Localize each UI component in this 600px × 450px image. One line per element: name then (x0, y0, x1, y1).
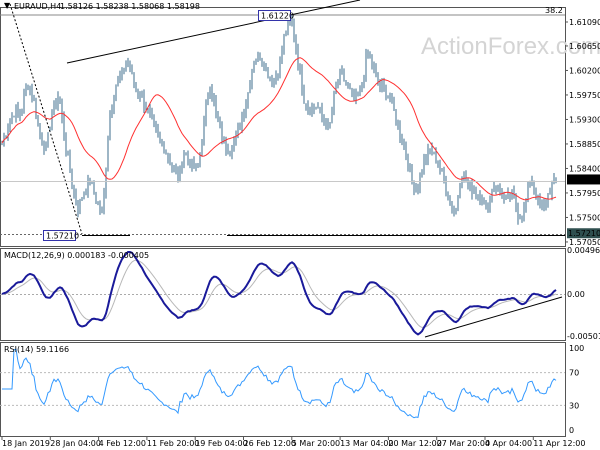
time-tick-label: 11 Apr 12:00 (533, 439, 585, 448)
time-tick-label: 5 Mar 20:00 (292, 439, 340, 448)
rsi-tick-label: 70 (569, 369, 579, 378)
dashed-trendline[interactable] (9, 3, 83, 235)
macd-tick-label: 0.00 (567, 290, 585, 299)
price-tick-label: 1.60650 (569, 42, 600, 51)
time-tick-label: 28 Jan 04:00 (50, 439, 101, 448)
rsi-series (0, 348, 565, 419)
price-tick-label: 1.61090 (569, 18, 600, 27)
current-price-label: 1.58198 (568, 175, 600, 184)
macd-title: MACD(12,26,9) 0.000183 -0.000405 (4, 251, 149, 260)
rsi-panel-frame (0, 342, 566, 437)
time-tick-label: 11 Feb 20:00 (147, 439, 199, 448)
collapse-arrow-icon[interactable]: ▼ (4, 1, 11, 10)
moving-average-line (1, 57, 557, 201)
trading-chart[interactable]: ActionForex.com 1.610901.606501.602001.5… (0, 0, 600, 450)
fib-label: 38.2 (545, 6, 563, 15)
macd-tick-label: -0.005013 (567, 332, 600, 341)
macd-line (1, 251, 557, 336)
price-tick-label: 1.59300 (569, 115, 600, 124)
low-label: 1.57210 (46, 232, 79, 241)
support-price-label: 1.57210 (568, 229, 600, 238)
rsi-tick-label: 30 (569, 401, 579, 410)
time-tick-label: 19 Feb 04:00 (195, 439, 247, 448)
macd-series (0, 251, 565, 336)
price-tick-label: 1.57500 (569, 213, 600, 222)
macd-tick-label: 0.004965 (567, 246, 600, 255)
high-label: 1.61220 (261, 12, 294, 21)
rsi-title: RSI(14) 59.1166 (4, 345, 69, 354)
axes: 1.61090 1.60650 1.60200 1.59750 1.59300 1.588… (1, 18, 600, 448)
price-tick-label: 1.60200 (569, 66, 600, 75)
symbol-label: EURAUD,H4 (14, 2, 61, 11)
time-tick-label: 18 Jan 2019 (2, 439, 50, 448)
time-tick-label: 20 Mar 12:00 (388, 439, 441, 448)
time-tick-label: 26 Feb 12:00 (244, 439, 296, 448)
rsi-line (2, 348, 557, 419)
rsi-tick-label: 0 (569, 426, 574, 435)
ohlc-readout: 1.58126 1.58238 1.58068 1.58198 (60, 2, 200, 11)
price-tick-label: 1.59750 (569, 91, 600, 100)
macd-signal-line (1, 259, 557, 328)
time-tick-label: 27 Mar 20:00 (437, 439, 490, 448)
time-tick-label: 13 Mar 04:00 (340, 439, 393, 448)
time-tick-label: 4 Apr 04:00 (485, 439, 532, 448)
time-tick-label: 4 Feb 12:00 (99, 439, 146, 448)
price-tick-label: 1.57950 (569, 189, 600, 198)
price-tick-label: 1.58400 (569, 164, 600, 173)
rsi-tick-label: 100 (569, 344, 584, 353)
price-tick-label: 1.58850 (569, 140, 600, 149)
